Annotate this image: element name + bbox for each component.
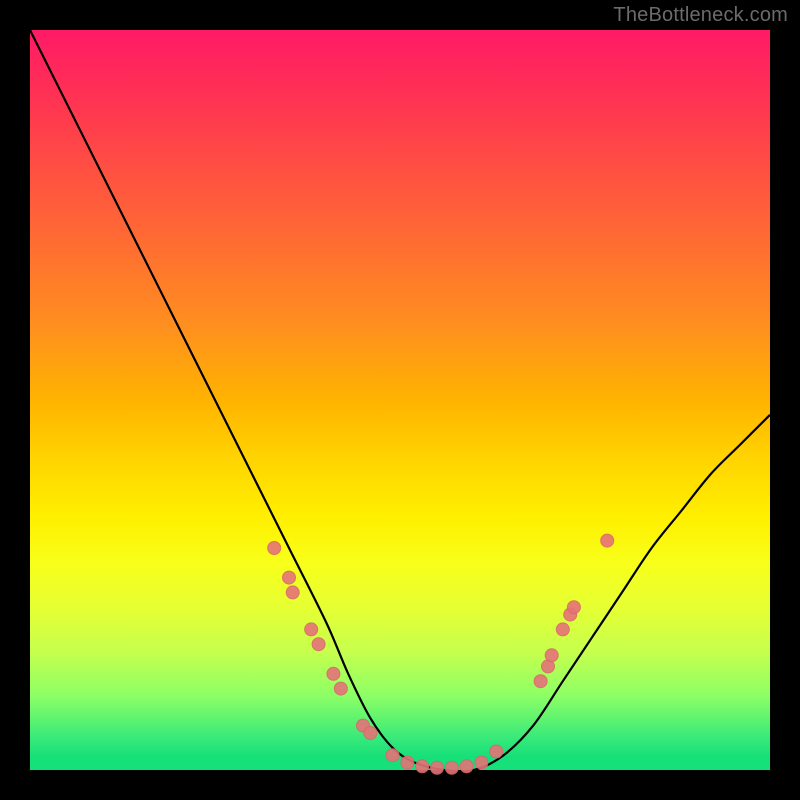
marker-point [312,638,325,651]
marker-point [545,649,558,662]
marker-point [556,623,569,636]
marker-point [601,534,614,547]
marker-point [445,761,458,774]
marker-point [567,601,580,614]
marker-point [286,586,299,599]
plot-area [30,30,770,770]
marker-point [327,667,340,680]
marker-point [490,745,503,758]
marker-point [283,571,296,584]
marker-point [305,623,318,636]
curve-svg [30,30,770,770]
marker-point [460,760,473,773]
marker-point [416,760,429,773]
marker-point [475,756,488,769]
bottleneck-curve [30,30,770,771]
marker-point [401,756,414,769]
marker-point [364,727,377,740]
highlighted-points [268,534,614,774]
watermark-text: TheBottleneck.com [613,4,788,27]
marker-point [534,675,547,688]
marker-point [334,682,347,695]
marker-point [386,749,399,762]
marker-point [268,542,281,555]
marker-point [431,761,444,774]
chart-frame: TheBottleneck.com [0,0,800,800]
